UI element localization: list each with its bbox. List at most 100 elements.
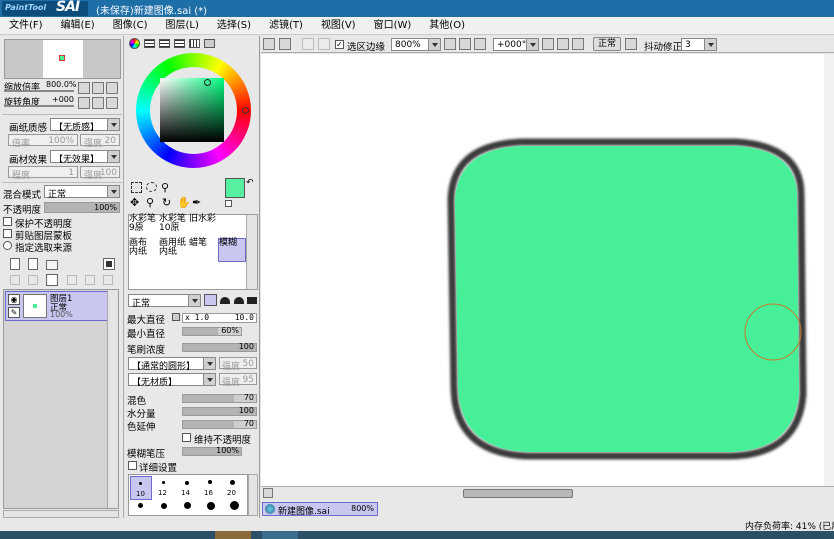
zoom-out-button[interactable] bbox=[444, 38, 456, 50]
brush-tool-watercolor9[interactable]: 水彩笔 9原 bbox=[129, 215, 159, 239]
paper-strength-field[interactable]: 强度 20 bbox=[80, 134, 120, 149]
menu-image[interactable]: 图像(C) bbox=[104, 17, 157, 35]
redo-button[interactable] bbox=[279, 38, 291, 50]
min-diameter-slider[interactable]: 60% bbox=[182, 326, 242, 336]
zoom-icon[interactable]: ⚲ bbox=[146, 196, 154, 209]
hand-icon[interactable]: ✋ bbox=[177, 196, 191, 209]
transfer-down-icon[interactable] bbox=[10, 275, 20, 285]
layer-list-scrollbar[interactable] bbox=[107, 290, 118, 508]
blend-mode-select[interactable]: 正常 bbox=[44, 185, 120, 200]
selection-edge-checkbox[interactable]: ✓ bbox=[335, 40, 344, 49]
brush-edge-soft3-icon[interactable] bbox=[247, 297, 257, 304]
shape-strength-field[interactable]: 强度 50 bbox=[219, 357, 257, 372]
scrollbar-thumb[interactable] bbox=[463, 489, 573, 498]
brush-edge-soft2-icon[interactable] bbox=[234, 297, 244, 304]
menu-file[interactable]: 文件(F) bbox=[0, 17, 52, 35]
layer-settings-icon[interactable] bbox=[103, 275, 113, 285]
max-diameter-slider[interactable]: x 1.0 10.0 bbox=[182, 313, 257, 323]
hue-cursor[interactable] bbox=[242, 107, 249, 114]
blur-pressure-slider[interactable]: 100% bbox=[182, 446, 242, 456]
brush-size-scrollbar[interactable] bbox=[248, 474, 258, 516]
rotate-icon[interactable]: ↻ bbox=[162, 196, 171, 209]
menu-other[interactable]: 其他(O) bbox=[420, 17, 474, 35]
canvas-hscrollbar[interactable] bbox=[261, 486, 834, 499]
rgb-slider-tab-icon[interactable] bbox=[144, 39, 155, 48]
brush-mode-select[interactable]: 正常 bbox=[128, 294, 201, 309]
swatches-tab-icon[interactable] bbox=[189, 39, 200, 48]
rect-select-icon[interactable] bbox=[131, 182, 142, 193]
delete-layer-icon[interactable] bbox=[85, 275, 95, 285]
angle-select[interactable]: +000° bbox=[493, 38, 539, 51]
brush-tool-watercolor10[interactable]: 水彩笔 10原 bbox=[159, 215, 189, 239]
new-linework-layer-icon[interactable] bbox=[28, 258, 38, 270]
taskbar-item[interactable] bbox=[262, 531, 298, 539]
brush-density-slider[interactable]: 100 bbox=[182, 342, 257, 352]
stabilizer-select[interactable]: 3 bbox=[681, 38, 717, 51]
scratchpad-tab-icon[interactable] bbox=[204, 39, 215, 48]
paper-texture-select[interactable]: 【无质感】 bbox=[50, 118, 120, 133]
rotate-left-button[interactable] bbox=[78, 97, 90, 109]
protect-opacity-checkbox[interactable] bbox=[3, 217, 12, 226]
color-wheel-tab-icon[interactable] bbox=[129, 38, 140, 49]
menu-filter[interactable]: 滤镜(T) bbox=[260, 17, 312, 35]
menu-select[interactable]: 选择(S) bbox=[208, 17, 260, 35]
brush-edge-soft1-icon[interactable] bbox=[220, 297, 230, 304]
brush-lock-icon[interactable]: ✎ bbox=[8, 307, 20, 318]
scroll-left-button[interactable] bbox=[263, 488, 273, 498]
layer-list-hscrollbar[interactable] bbox=[3, 510, 119, 518]
brush-size-dot[interactable] bbox=[138, 503, 143, 508]
diameter-lock-icon[interactable] bbox=[172, 313, 180, 321]
flip-view-button[interactable] bbox=[625, 38, 637, 50]
brush-tool-old-watercolor[interactable]: 旧水彩 bbox=[189, 215, 219, 239]
rotate-right-button[interactable] bbox=[557, 38, 569, 50]
keep-opacity-checkbox[interactable] bbox=[182, 433, 191, 442]
brush-edge-hard-icon[interactable] bbox=[204, 294, 217, 306]
paper-ratio-field[interactable]: 倍率 100% bbox=[8, 134, 78, 149]
brush-size-dot[interactable] bbox=[207, 502, 215, 510]
brush-grid-scrollbar[interactable] bbox=[246, 215, 257, 289]
eye-icon[interactable]: ◉ bbox=[8, 294, 20, 305]
clear-layer-icon[interactable] bbox=[46, 274, 58, 286]
menu-view[interactable]: 视图(V) bbox=[312, 17, 365, 35]
rotate-reset-button[interactable] bbox=[106, 97, 118, 109]
brush-size-preset[interactable]: 20 bbox=[222, 476, 244, 500]
zoom-out-button[interactable] bbox=[78, 82, 90, 94]
rotate-right-button[interactable] bbox=[92, 97, 104, 109]
brush-texture-select[interactable]: 【无材质】 bbox=[128, 373, 216, 388]
menu-window[interactable]: 窗口(W) bbox=[365, 17, 421, 35]
layer-panel-toggle-icon[interactable] bbox=[103, 258, 115, 270]
zoom-in-button[interactable] bbox=[92, 82, 104, 94]
taskbar-item[interactable] bbox=[215, 531, 251, 539]
rotate-reset-button[interactable] bbox=[572, 38, 584, 50]
brush-tool-blur[interactable]: 模糊 bbox=[218, 238, 246, 262]
brush-tool-drawing-paper[interactable]: 画用纸 内纸 bbox=[159, 239, 189, 263]
zoom-in-button[interactable] bbox=[459, 38, 471, 50]
zoom-reset-button[interactable] bbox=[106, 82, 118, 94]
new-layer-icon[interactable] bbox=[10, 258, 20, 270]
view-mode-button[interactable]: 正常 bbox=[593, 37, 621, 51]
brush-size-dot[interactable] bbox=[230, 501, 239, 510]
texture-strength-field[interactable]: 强度 95 bbox=[219, 373, 257, 388]
new-folder-icon[interactable] bbox=[46, 260, 58, 270]
menu-layer[interactable]: 图层(L) bbox=[156, 17, 207, 35]
move-icon[interactable]: ✥ bbox=[130, 196, 139, 209]
magic-wand-icon[interactable]: ⚲ bbox=[161, 181, 169, 194]
angle-slider[interactable] bbox=[4, 105, 74, 107]
paper-effect-select[interactable]: 【无效果】 bbox=[50, 150, 120, 165]
opacity-slider[interactable]: 100% bbox=[44, 202, 120, 213]
brush-size-dot[interactable] bbox=[161, 503, 167, 509]
effect-strength-field[interactable]: 强度 100 bbox=[80, 166, 120, 181]
zoom-reset-button[interactable] bbox=[474, 38, 486, 50]
selection-source-radio[interactable] bbox=[3, 241, 12, 250]
rotate-left-button[interactable] bbox=[542, 38, 554, 50]
zoom-slider[interactable] bbox=[4, 90, 74, 92]
brush-size-preset[interactable]: 14 bbox=[176, 476, 198, 500]
sv-cursor[interactable] bbox=[204, 79, 211, 86]
canvas-area[interactable] bbox=[261, 54, 834, 486]
brush-tool-canvas[interactable]: 画布 内纸 bbox=[129, 239, 159, 263]
saturation-value-square[interactable] bbox=[160, 78, 224, 142]
brush-size-preset[interactable]: 16 bbox=[199, 476, 221, 500]
effect-degree-field[interactable]: 程度 1 bbox=[8, 166, 78, 181]
lasso-icon[interactable] bbox=[146, 182, 157, 192]
persistence-slider[interactable]: 70 bbox=[182, 419, 257, 429]
